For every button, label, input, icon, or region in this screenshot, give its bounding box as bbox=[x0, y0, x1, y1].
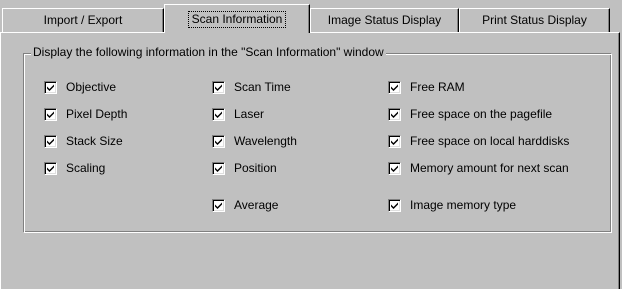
stack-size-checkbox[interactable]: Stack Size bbox=[44, 133, 123, 149]
checkmark-glyph bbox=[47, 84, 54, 91]
checkmark-icon bbox=[388, 161, 401, 175]
tab-label: Image Status Display bbox=[327, 13, 442, 27]
scan-time-checkbox[interactable]: Scan Time bbox=[212, 79, 291, 95]
tab-strip: Import / Export Image Status Display Pri… bbox=[0, 0, 622, 33]
checkmark-icon bbox=[44, 80, 57, 94]
image-memory-type-checkbox[interactable]: Image memory type bbox=[388, 197, 516, 213]
checkmark-icon bbox=[212, 107, 225, 121]
free-space-harddisks-checkbox[interactable]: Free space on local harddisks bbox=[388, 133, 569, 149]
checkbox-label: Free space on local harddisks bbox=[410, 133, 570, 148]
checkbox-label: Free RAM bbox=[410, 79, 465, 94]
tab-scan-information[interactable]: Scan Information bbox=[164, 4, 310, 33]
laser-checkbox[interactable]: Laser bbox=[212, 106, 264, 122]
checkbox-label: Scan Time bbox=[234, 79, 291, 94]
checkbox-label: Position bbox=[234, 160, 277, 175]
free-ram-checkbox[interactable]: Free RAM bbox=[388, 79, 465, 95]
checkbox-label: Objective bbox=[66, 79, 117, 94]
position-checkbox[interactable]: Position bbox=[212, 160, 277, 176]
scaling-checkbox[interactable]: Scaling bbox=[44, 160, 105, 176]
checkmark-glyph bbox=[391, 111, 398, 118]
checkbox-label: Scaling bbox=[66, 160, 106, 175]
checkmark-glyph bbox=[215, 165, 222, 172]
checkmark-glyph bbox=[391, 84, 398, 91]
tab-label: Scan Information bbox=[187, 10, 287, 28]
checkmark-glyph bbox=[47, 138, 54, 145]
checkmark-icon bbox=[44, 134, 57, 148]
checkmark-glyph bbox=[391, 138, 398, 145]
checkbox-label: Free space on the pagefile bbox=[410, 106, 553, 121]
checkmark-icon bbox=[212, 198, 225, 212]
checkmark-icon bbox=[44, 161, 57, 175]
checkmark-glyph bbox=[215, 111, 222, 118]
checkbox-label: Stack Size bbox=[66, 133, 123, 148]
checkbox-label: Average bbox=[234, 197, 279, 212]
checkmark-icon bbox=[212, 80, 225, 94]
checkmark-icon bbox=[388, 80, 401, 94]
checkmark-icon bbox=[212, 134, 225, 148]
checkmark-glyph bbox=[215, 202, 222, 209]
wavelength-checkbox[interactable]: Wavelength bbox=[212, 133, 297, 149]
checkbox-label: Pixel Depth bbox=[66, 106, 128, 121]
tab-label: Print Status Display bbox=[482, 13, 587, 27]
checkmark-icon bbox=[212, 161, 225, 175]
memory-next-scan-checkbox[interactable]: Memory amount for next scan bbox=[388, 160, 569, 176]
tab-print-status-display[interactable]: Print Status Display bbox=[459, 8, 610, 32]
checkbox-label: Laser bbox=[234, 106, 265, 121]
checkbox-label: Memory amount for next scan bbox=[410, 160, 569, 175]
checkbox-label: Wavelength bbox=[234, 133, 297, 148]
checkmark-icon bbox=[388, 198, 401, 212]
pixel-depth-checkbox[interactable]: Pixel Depth bbox=[44, 106, 127, 122]
tab-label: Import / Export bbox=[43, 13, 123, 27]
checkbox-label: Image memory type bbox=[410, 197, 517, 212]
objective-checkbox[interactable]: Objective bbox=[44, 79, 116, 95]
tab-image-status-display[interactable]: Image Status Display bbox=[310, 8, 459, 32]
checkmark-glyph bbox=[215, 138, 222, 145]
checkmark-icon bbox=[44, 107, 57, 121]
checkmark-icon bbox=[388, 134, 401, 148]
checkmark-glyph bbox=[391, 202, 398, 209]
checkmark-glyph bbox=[47, 111, 54, 118]
groupbox-title: Display the following information in the… bbox=[31, 45, 386, 60]
checkmark-icon bbox=[388, 107, 401, 121]
checkmark-glyph bbox=[47, 165, 54, 172]
average-checkbox[interactable]: Average bbox=[212, 197, 278, 213]
checkmark-glyph bbox=[215, 84, 222, 91]
tab-import-export[interactable]: Import / Export bbox=[2, 8, 164, 32]
checkmark-glyph bbox=[391, 165, 398, 172]
free-space-pagefile-checkbox[interactable]: Free space on the pagefile bbox=[388, 106, 552, 122]
